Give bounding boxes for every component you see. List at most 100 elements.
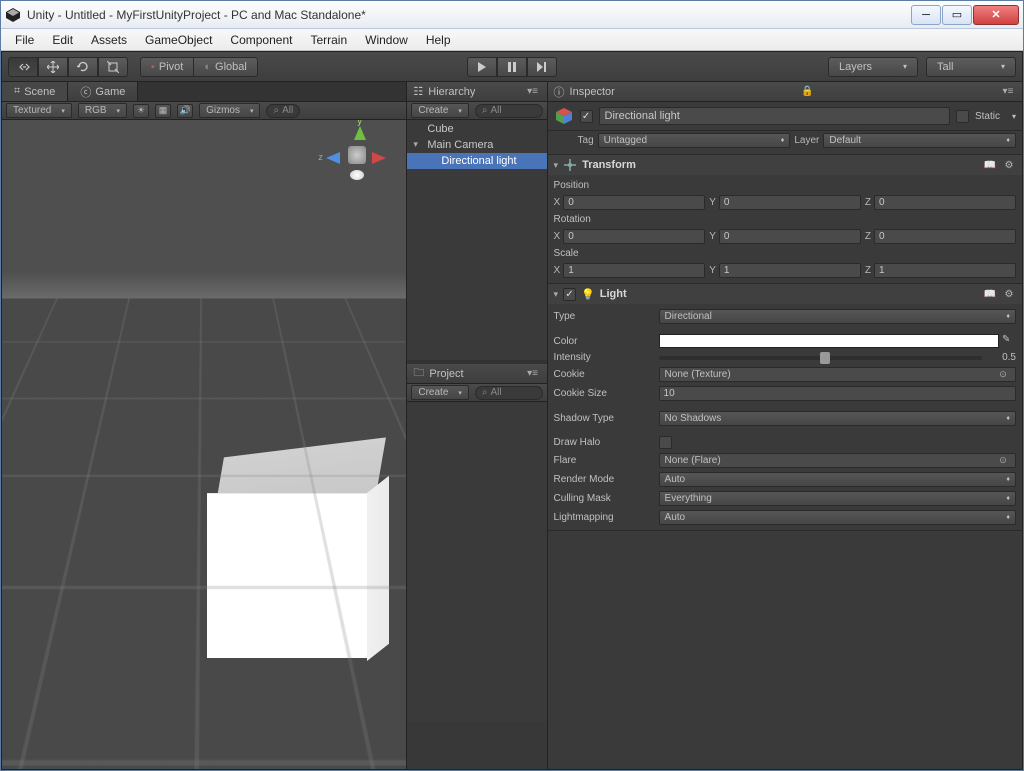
- step-button[interactable]: [527, 57, 557, 77]
- rotation-x-input[interactable]: [563, 229, 705, 244]
- project-create-dropdown[interactable]: Create▾: [411, 385, 469, 400]
- menu-assets[interactable]: Assets: [83, 30, 135, 50]
- scene-toolbar: Textured▾ RGB▾ ☀ ▦ 🔊 Gizmos▾ ⌕All: [2, 102, 406, 120]
- tree-item[interactable]: Main Camera: [407, 137, 546, 153]
- render-mode-dropdown[interactable]: Auto♦: [659, 472, 1016, 487]
- search-icon: ⌕: [273, 105, 279, 116]
- move-tool-button[interactable]: [38, 57, 68, 77]
- search-icon: ⌕: [482, 105, 488, 116]
- rotation-z-input[interactable]: [874, 229, 1016, 244]
- gizmos-dropdown[interactable]: Gizmos▾: [199, 103, 260, 118]
- maximize-button[interactable]: ▭: [942, 5, 972, 25]
- scene-search[interactable]: ⌕All: [266, 104, 300, 118]
- inspector-header: ⓘ Inspector 🔒 ▾≡: [548, 82, 1022, 102]
- scene-light-toggle[interactable]: ☀: [133, 104, 149, 118]
- help-icon[interactable]: 📖: [983, 158, 997, 172]
- scene-fx1-toggle[interactable]: ▦: [155, 104, 171, 118]
- global-toggle[interactable]: ◐Global: [193, 57, 257, 77]
- shadow-label: Shadow Type: [554, 413, 659, 424]
- help-icon[interactable]: 📖: [983, 287, 997, 301]
- gameobject-name-input[interactable]: [599, 107, 950, 125]
- close-button[interactable]: ✕: [973, 5, 1019, 25]
- menu-window[interactable]: Window: [357, 30, 416, 50]
- layer-dropdown[interactable]: Default♦: [823, 133, 1016, 148]
- hierarchy-create-dropdown[interactable]: Create▾: [411, 103, 469, 118]
- cookie-field[interactable]: None (Texture)⊙: [659, 367, 1016, 382]
- hierarchy-icon: ☷: [413, 85, 423, 98]
- light-enabled-toggle[interactable]: ✓: [563, 288, 576, 301]
- flare-field[interactable]: None (Flare)⊙: [659, 453, 1016, 468]
- tag-label: Tag: [578, 135, 594, 146]
- search-icon: ⌕: [482, 387, 488, 398]
- intensity-slider[interactable]: [659, 356, 982, 360]
- render-mode-dropdown[interactable]: Textured▾: [6, 103, 72, 118]
- inspector-menu-icon[interactable]: ▾≡: [1000, 86, 1016, 97]
- minimize-button[interactable]: ─: [911, 5, 941, 25]
- shadow-type-dropdown[interactable]: No Shadows♦: [659, 411, 1016, 426]
- play-button[interactable]: [467, 57, 497, 77]
- menu-component[interactable]: Component: [222, 30, 300, 50]
- layers-dropdown[interactable]: Layers▾: [828, 57, 918, 77]
- lock-icon[interactable]: 🔒: [800, 86, 814, 97]
- position-z-input[interactable]: [874, 195, 1016, 210]
- inspector-icon: ⓘ: [554, 84, 565, 100]
- window-title: Unity - Untitled - MyFirstUnityProject -…: [27, 8, 911, 22]
- tree-item[interactable]: Cube: [407, 121, 546, 137]
- light-type-dropdown[interactable]: Directional♦: [659, 309, 1016, 324]
- scale-tool-button[interactable]: [98, 57, 128, 77]
- scene-audio-toggle[interactable]: 🔊: [177, 104, 193, 118]
- scene-viewport[interactable]: y z: [2, 120, 406, 769]
- intensity-label: Intensity: [554, 352, 659, 363]
- rotate-tool-button[interactable]: [68, 57, 98, 77]
- culling-mask-label: Culling Mask: [554, 493, 659, 504]
- draw-halo-toggle[interactable]: [659, 436, 672, 449]
- hand-tool-button[interactable]: [8, 57, 38, 77]
- menu-file[interactable]: File: [7, 30, 42, 50]
- menu-gameobject[interactable]: GameObject: [137, 30, 220, 50]
- color-label: Color: [554, 336, 659, 347]
- culling-mask-dropdown[interactable]: Everything♦: [659, 491, 1016, 506]
- tag-dropdown[interactable]: Untagged♦: [598, 133, 791, 148]
- gameobject-active-toggle[interactable]: ✓: [580, 110, 593, 123]
- gear-icon[interactable]: ⚙: [1002, 287, 1016, 301]
- menu-edit[interactable]: Edit: [44, 30, 81, 50]
- tab-game[interactable]: ⓒGame: [68, 82, 138, 101]
- tab-scene[interactable]: ⌗Scene: [2, 82, 68, 101]
- layout-dropdown[interactable]: Tall▾: [926, 57, 1016, 77]
- object-picker-icon[interactable]: ⊙: [996, 369, 1010, 380]
- cookie-label: Cookie: [554, 369, 659, 380]
- scale-x-input[interactable]: [563, 263, 705, 278]
- menu-terrain[interactable]: Terrain: [302, 30, 355, 50]
- rgb-dropdown[interactable]: RGB▾: [78, 103, 127, 118]
- object-picker-icon[interactable]: ⊙: [996, 455, 1010, 466]
- render-mode-label: Render Mode: [554, 474, 659, 485]
- hierarchy-header: ☷ Hierarchy ▾≡: [407, 82, 546, 102]
- static-toggle[interactable]: [956, 110, 969, 123]
- position-x-input[interactable]: [563, 195, 705, 210]
- rotation-y-input[interactable]: [719, 229, 861, 244]
- hierarchy-menu-icon[interactable]: ▾≡: [525, 86, 541, 97]
- lightmapping-dropdown[interactable]: Auto♦: [659, 510, 1016, 525]
- project-body[interactable]: [407, 402, 546, 722]
- color-field[interactable]: [659, 334, 999, 348]
- gear-icon[interactable]: ⚙: [1002, 158, 1016, 172]
- project-search[interactable]: ⌕All: [475, 386, 543, 400]
- intensity-value: 0.5: [988, 352, 1016, 363]
- position-y-input[interactable]: [719, 195, 861, 210]
- hierarchy-search[interactable]: ⌕All: [475, 104, 543, 118]
- axis-gizmo[interactable]: y z: [324, 126, 388, 190]
- pivot-toggle[interactable]: ▪Pivot: [140, 57, 193, 77]
- transform-foldout[interactable]: ▾: [554, 160, 559, 171]
- static-dropdown[interactable]: ▾: [1012, 112, 1016, 121]
- pause-button[interactable]: [497, 57, 527, 77]
- cookie-size-input[interactable]: [659, 386, 1016, 401]
- eyedropper-icon[interactable]: ✎: [1002, 334, 1016, 348]
- tree-item-selected[interactable]: Directional light: [407, 153, 546, 169]
- hierarchy-tree[interactable]: Cube Main Camera Directional light: [407, 120, 546, 360]
- project-menu-icon[interactable]: ▾≡: [525, 368, 541, 379]
- light-foldout[interactable]: ▾: [554, 289, 559, 300]
- scale-z-input[interactable]: [874, 263, 1016, 278]
- project-header: 🗀 Project ▾≡: [407, 364, 546, 384]
- menu-help[interactable]: Help: [418, 30, 459, 50]
- scale-y-input[interactable]: [719, 263, 861, 278]
